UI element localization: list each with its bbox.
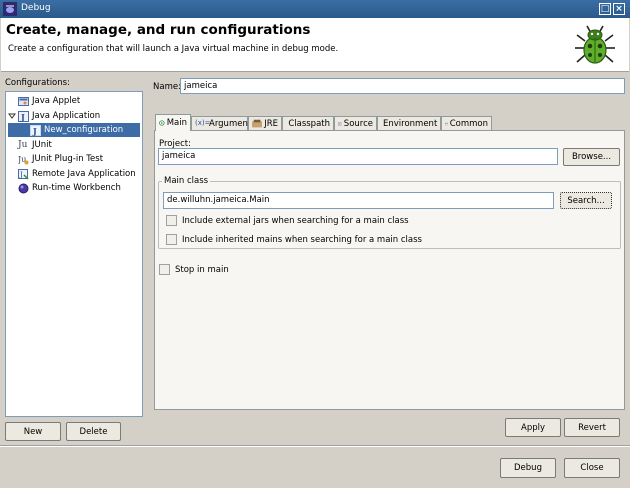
svg-text:J: J — [20, 112, 25, 122]
maximize-button[interactable]: □ — [599, 3, 611, 15]
tab-main[interactable]: Main — [155, 114, 191, 131]
arguments-icon: (x)= — [195, 119, 211, 127]
configurations-label: Configurations: — [5, 78, 70, 88]
main-tab-icon — [159, 120, 165, 126]
include-external-jars-checkbox[interactable]: Include external jars when searching for… — [166, 215, 409, 226]
remote-java-icon: J — [18, 168, 29, 180]
window-title: Debug — [21, 3, 51, 13]
tab-environment[interactable]: Environment — [377, 116, 441, 131]
checkbox-box[interactable] — [166, 234, 177, 245]
tree-item-new-configuration[interactable]: J New_configuration — [8, 123, 140, 137]
tab-label: Environment — [383, 119, 438, 129]
tab-label: Classpath — [288, 119, 330, 129]
junit-icon: Ju — [18, 139, 28, 150]
tab-source[interactable]: Source — [334, 116, 377, 131]
java-application-icon: J — [18, 110, 29, 122]
main-class-label: Main class — [162, 176, 211, 186]
tree-item-junit-plugin-test[interactable]: Ju JUnit Plug-in Test — [8, 152, 103, 166]
tree-item-java-application[interactable]: J Java Application — [8, 109, 100, 123]
debug-bug-icon — [575, 25, 615, 64]
tab-arguments[interactable]: (x)= Arguments — [191, 116, 256, 131]
tree-item-label: Remote Java Application — [32, 169, 136, 179]
tree-item-label: JUnit — [32, 140, 52, 150]
header-title: Create, manage, and run configurations — [6, 22, 311, 38]
tree-item-java-applet[interactable]: Java Applet — [8, 94, 80, 108]
apply-button[interactable]: Apply — [505, 418, 561, 437]
close-button[interactable]: Close — [564, 458, 620, 478]
junit-plugin-icon: Ju — [18, 155, 29, 164]
checkbox-label: Stop in main — [175, 264, 229, 275]
svg-text:J: J — [32, 126, 37, 136]
main-class-field[interactable]: de.willuhn.jameica.Main — [163, 192, 554, 209]
checkbox-box[interactable] — [159, 264, 170, 275]
tab-label: Main — [166, 118, 187, 128]
tree-item-junit[interactable]: Ju JUnit — [8, 138, 52, 152]
tree-item-remote-java-application[interactable]: J Remote Java Application — [8, 167, 136, 181]
name-label: Name: — [153, 82, 181, 92]
close-window-button[interactable]: × — [613, 3, 625, 15]
tab-label: Source — [343, 119, 373, 129]
checkbox-box[interactable] — [166, 215, 177, 226]
tab-jre[interactable]: JRE — [248, 116, 282, 131]
delete-button[interactable]: Delete — [66, 422, 121, 441]
tree-item-label: JUnit Plug-in Test — [32, 154, 104, 164]
tree-item-label: New_configuration — [44, 125, 124, 135]
tab-label: JRE — [264, 119, 278, 129]
java-applet-icon — [18, 96, 29, 106]
project-field[interactable]: jameica — [158, 148, 558, 165]
tree-item-label: Java Applet — [32, 96, 81, 106]
search-button[interactable]: Search... — [560, 192, 612, 209]
debug-app-icon — [3, 2, 17, 16]
source-icon — [338, 122, 342, 126]
chevron-down-icon[interactable] — [8, 112, 16, 120]
checkbox-label: Include inherited mains when searching f… — [182, 234, 422, 245]
revert-button[interactable]: Revert — [564, 418, 620, 437]
java-config-icon: J — [30, 124, 41, 136]
svg-text:J: J — [19, 171, 23, 179]
tree-item-runtime-workbench[interactable]: Run-time Workbench — [8, 181, 121, 195]
tab-classpath[interactable]: Classpath — [282, 116, 334, 131]
new-button[interactable]: New — [5, 422, 61, 441]
tab-common[interactable]: Common — [441, 116, 492, 131]
include-inherited-mains-checkbox[interactable]: Include inherited mains when searching f… — [166, 234, 422, 245]
configurations-tree[interactable]: Java Applet J Java Application J New_con… — [5, 91, 143, 417]
runtime-workbench-icon — [18, 183, 29, 193]
tab-label: Common — [449, 119, 488, 129]
browse-button[interactable]: Browse... — [563, 148, 620, 166]
checkbox-label: Include external jars when searching for… — [182, 215, 409, 226]
jre-icon — [252, 119, 263, 128]
tree-item-label: Run-time Workbench — [32, 183, 121, 193]
dialog-header: Create, manage, and run configurations C… — [1, 18, 629, 72]
title-bar: Debug □ × — [0, 0, 630, 18]
tree-item-label: Java Application — [32, 111, 101, 121]
header-subtitle: Create a configuration that will launch … — [8, 44, 339, 54]
common-icon — [445, 122, 448, 126]
stop-in-main-checkbox[interactable]: Stop in main — [159, 264, 229, 275]
debug-button[interactable]: Debug — [500, 458, 556, 478]
footer-divider-highlight — [0, 446, 630, 447]
name-field[interactable]: jameica — [180, 78, 625, 94]
